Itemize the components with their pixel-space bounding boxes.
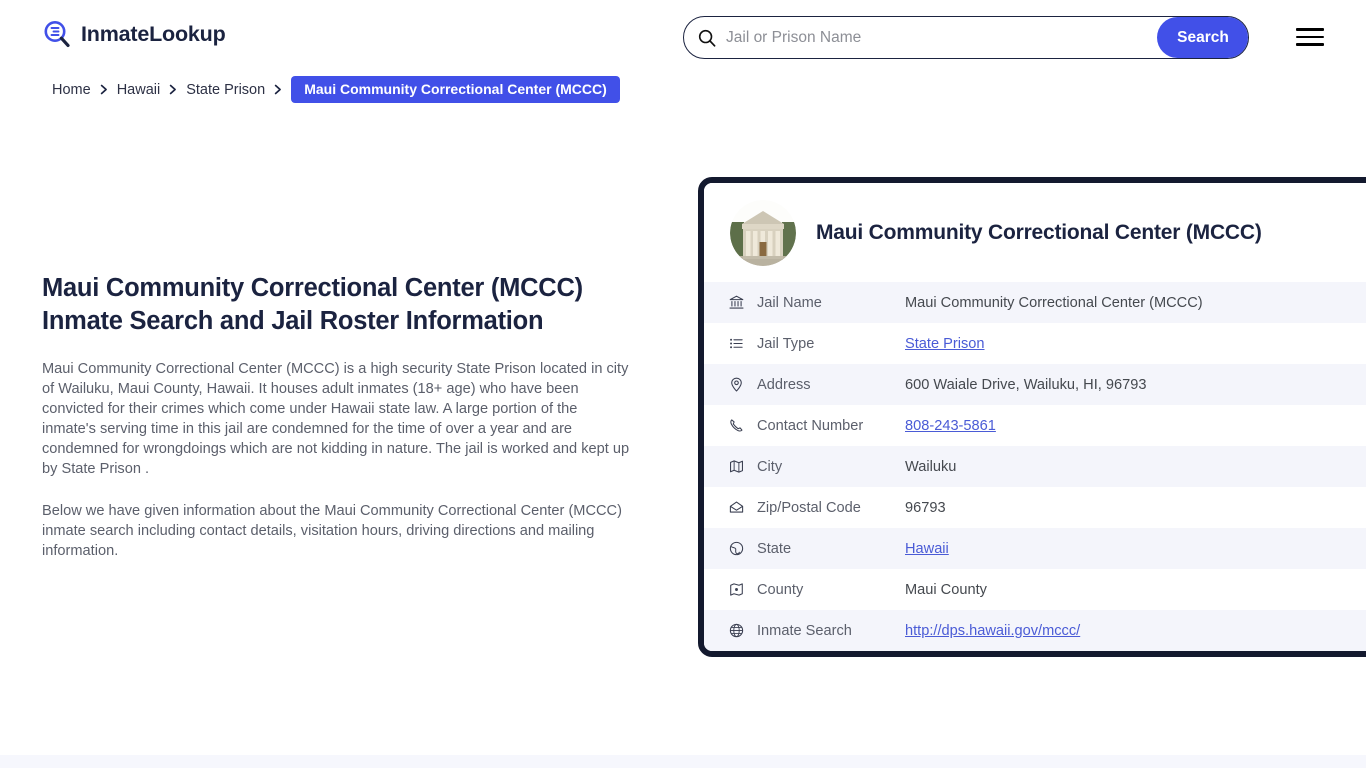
table-row-zip-code: Zip/Postal Code 96793 xyxy=(704,487,1366,528)
row-value-jail-name: Maui Community Correctional Center (MCCC… xyxy=(905,294,1203,311)
magnifier-list-icon xyxy=(42,19,72,49)
facility-card-title: Maui Community Correctional Center (MCCC… xyxy=(816,221,1262,244)
table-row-county: County Maui County xyxy=(704,569,1366,610)
table-row-jail-name: Jail Name Maui Community Correctional Ce… xyxy=(704,282,1366,323)
search-bar[interactable]: Search xyxy=(683,16,1249,59)
map-icon xyxy=(726,457,746,477)
brand-name: InmateLookup xyxy=(81,21,226,46)
row-value-inmate-search-link[interactable]: http://dps.hawaii.gov/mccc/ xyxy=(905,623,1080,639)
map-pin-icon xyxy=(726,375,746,395)
brand-logo-link[interactable]: InmateLookup xyxy=(42,19,226,49)
phone-icon xyxy=(726,416,746,436)
list-icon xyxy=(726,334,746,354)
row-value-county: Maui County xyxy=(905,581,987,598)
search-button[interactable]: Search xyxy=(1157,17,1248,58)
search-input[interactable] xyxy=(716,17,1157,58)
row-value-address: 600 Waiale Drive, Wailuku, HI, 96793 xyxy=(905,376,1147,393)
globe-pin-icon xyxy=(726,539,746,559)
row-value-contact-number-link[interactable]: 808-243-5861 xyxy=(905,418,996,434)
row-label: Zip/Postal Code xyxy=(757,499,861,516)
row-label: County xyxy=(757,581,804,598)
row-value-state-link[interactable]: Hawaii xyxy=(905,541,949,557)
chevron-right-icon xyxy=(100,84,108,95)
chevron-right-icon xyxy=(169,84,177,95)
hamburger-bar xyxy=(1296,43,1324,46)
table-row-state: State Hawaii xyxy=(704,528,1366,569)
table-row-city: City Wailuku xyxy=(704,446,1366,487)
row-label: Address xyxy=(757,376,811,393)
row-label: Contact Number xyxy=(757,417,864,434)
hamburger-bar xyxy=(1296,28,1324,31)
envelope-icon xyxy=(726,498,746,518)
chevron-right-icon xyxy=(274,84,282,95)
breadcrumb-item-current: Maui Community Correctional Center (MCCC… xyxy=(291,76,620,103)
table-row-address: Address 600 Waiale Drive, Wailuku, HI, 9… xyxy=(704,364,1366,405)
row-label: Jail Name xyxy=(757,294,822,311)
breadcrumb-item-hawaii[interactable]: Hawaii xyxy=(117,82,161,98)
row-label: City xyxy=(757,458,783,475)
row-label: Inmate Search xyxy=(757,622,852,639)
facility-details-table: Jail Name Maui Community Correctional Ce… xyxy=(704,282,1366,651)
facility-card-header: Maui Community Correctional Center (MCCC… xyxy=(704,183,1366,282)
facility-info-card: Maui Community Correctional Center (MCCC… xyxy=(698,177,1366,657)
map-marker-icon xyxy=(726,580,746,600)
hamburger-bar xyxy=(1296,35,1324,39)
breadcrumb: Home Hawaii State Prison Maui Community … xyxy=(52,76,620,103)
table-row-jail-type: Jail Type State Prison xyxy=(704,323,1366,364)
table-row-inmate-search: Inmate Search http://dps.hawaii.gov/mccc… xyxy=(704,610,1366,651)
globe-icon xyxy=(726,621,746,641)
row-value-zip-code: 96793 xyxy=(905,499,946,516)
article-column: Maui Community Correctional Center (MCCC… xyxy=(42,272,638,561)
row-value-city: Wailuku xyxy=(905,458,957,475)
row-value-jail-type-link[interactable]: State Prison xyxy=(905,336,985,352)
search-icon xyxy=(698,29,716,47)
page-title: Maui Community Correctional Center (MCCC… xyxy=(42,274,583,335)
row-label: Jail Type xyxy=(757,335,815,352)
row-label: State xyxy=(757,540,792,557)
courthouse-building-photo xyxy=(730,200,796,266)
site-header: InmateLookup Search xyxy=(0,0,1366,74)
table-row-contact-number: Contact Number 808-243-5861 xyxy=(704,405,1366,446)
intro-paragraph: Maui Community Correctional Center (MCCC… xyxy=(42,361,630,477)
breadcrumb-item-state-prison[interactable]: State Prison xyxy=(186,82,265,98)
hamburger-menu-icon[interactable] xyxy=(1296,26,1324,48)
breadcrumb-item-home[interactable]: Home xyxy=(52,82,91,98)
secondary-paragraph: Below we have given information about th… xyxy=(42,503,622,559)
footer-band xyxy=(0,755,1366,768)
bank-icon xyxy=(726,293,746,313)
